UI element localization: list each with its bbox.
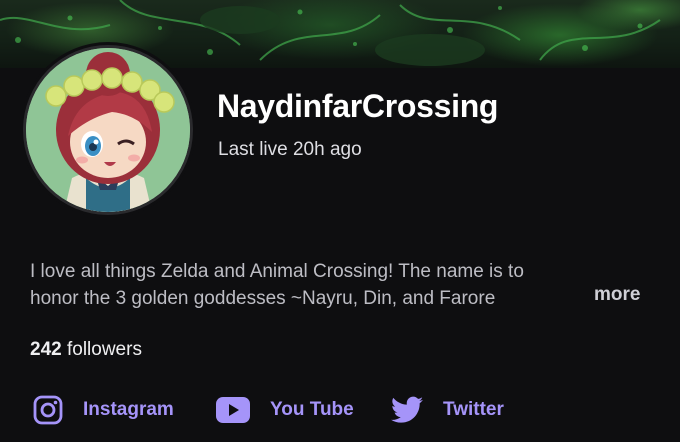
avatar[interactable] bbox=[26, 48, 190, 212]
bio-line-truncated: honor the 3 golden goddesses ~Nayru, Din… bbox=[30, 288, 496, 309]
instagram-link[interactable]: Instagram bbox=[33, 394, 174, 426]
instagram-icon bbox=[33, 395, 63, 425]
twitter-link-label: Twitter bbox=[443, 399, 504, 420]
twitter-bird-icon bbox=[391, 396, 423, 424]
instagram-link-label: Instagram bbox=[83, 399, 174, 420]
avatar-illustration bbox=[26, 48, 190, 212]
followers-count: 242 followers bbox=[30, 339, 142, 361]
channel-bio: I love all things Zelda and Animal Cross… bbox=[30, 258, 650, 312]
twitter-link[interactable]: Twitter bbox=[391, 394, 504, 426]
youtube-icon bbox=[216, 397, 250, 423]
followers-label: followers bbox=[66, 339, 142, 360]
channel-name[interactable]: NaydinfarCrossing bbox=[217, 88, 498, 125]
last-live-status: Last live 20h ago bbox=[218, 139, 362, 160]
youtube-link-label: You Tube bbox=[270, 399, 354, 420]
followers-number: 242 bbox=[30, 339, 62, 360]
bio-line: I love all things Zelda and Animal Cross… bbox=[30, 261, 524, 282]
bio-more-button[interactable]: more bbox=[594, 284, 640, 306]
youtube-link[interactable]: You Tube bbox=[216, 394, 354, 426]
